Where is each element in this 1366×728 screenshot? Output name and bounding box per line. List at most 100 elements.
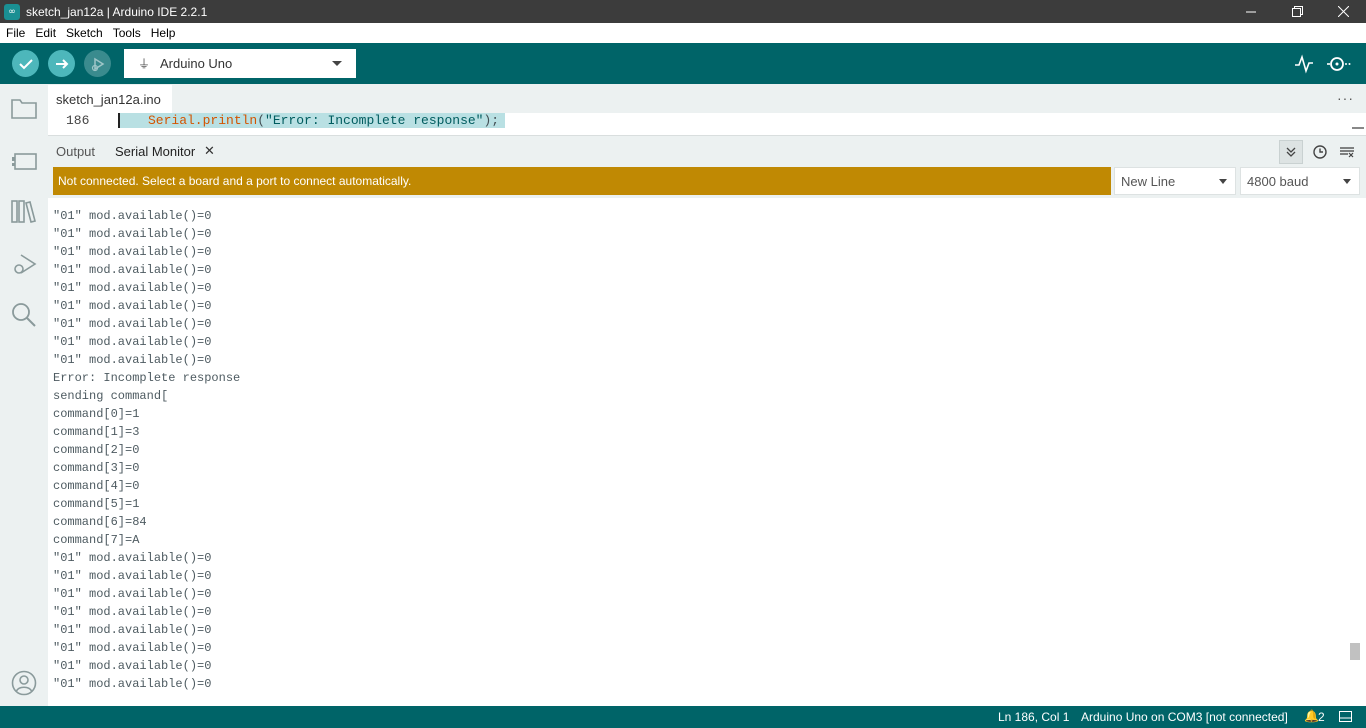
line-number: 186: [66, 113, 90, 128]
serial-line: command[7]=A: [53, 533, 140, 547]
activity-sidebar: [0, 84, 48, 706]
verify-button[interactable]: [12, 50, 39, 77]
tab-sketch-file[interactable]: sketch_jan12a.ino: [48, 84, 172, 113]
close-icon[interactable]: ✕: [204, 144, 215, 159]
account-icon: [11, 670, 37, 696]
library-icon: [11, 200, 36, 223]
code-paren-close: );: [483, 113, 500, 128]
boards-manager-icon: [12, 153, 37, 170]
serial-line: command[1]=3: [53, 425, 140, 439]
menu-edit[interactable]: Edit: [35, 26, 56, 40]
line-ending-value: New Line: [1121, 173, 1176, 189]
autoscroll-icon: [1286, 147, 1296, 157]
minimize-icon[interactable]: [1228, 0, 1274, 23]
code-string: "Error: Incomplete response": [265, 113, 484, 128]
code-function: Serial.println: [148, 113, 258, 128]
serial-plotter-button[interactable]: [1292, 52, 1316, 76]
debug-icon: [91, 57, 104, 71]
connection-notice: Not connected. Select a board and a port…: [53, 167, 1111, 195]
serial-monitor-header: Not connected. Select a board and a port…: [48, 166, 1366, 198]
account-button[interactable]: [10, 669, 38, 697]
serial-line: command[0]=1: [53, 407, 140, 421]
scrollbar-thumb[interactable]: [1350, 643, 1360, 660]
verify-icon: [18, 58, 33, 69]
serial-line: Error: Incomplete response: [53, 371, 241, 385]
toolbar: ⏚ Arduino Uno: [0, 43, 1366, 84]
serial-line: command[6]=84: [53, 515, 147, 529]
serial-plotter-icon: [1295, 54, 1313, 74]
serial-line: command[4]=0: [53, 479, 140, 493]
debug-button[interactable]: [84, 50, 111, 77]
serial-line: "01" mod.available()=0: [53, 335, 212, 349]
upload-button[interactable]: [48, 50, 75, 77]
serial-line: "01" mod.available()=0: [53, 677, 212, 691]
bell-icon[interactable]: 🔔: [1304, 709, 1319, 723]
editor-tabs: sketch_jan12a.ino ···: [48, 84, 1366, 113]
panel-toggle-icon[interactable]: [1339, 711, 1352, 725]
menu-file[interactable]: File: [6, 26, 25, 40]
serial-line: command[5]=1: [53, 497, 140, 511]
autoscroll-button[interactable]: [1279, 140, 1303, 164]
library-manager-button[interactable]: [10, 197, 38, 225]
window-title: sketch_jan12a | Arduino IDE 2.2.1: [26, 4, 208, 19]
clear-output-button[interactable]: [1335, 140, 1359, 164]
restore-icon[interactable]: [1274, 0, 1320, 23]
baud-rate-value: 4800 baud: [1247, 173, 1309, 189]
infinity-icon: ∞: [4, 3, 20, 20]
serial-line: "01" mod.available()=0: [53, 299, 212, 313]
code-paren-open: (: [257, 113, 266, 128]
upload-icon: [55, 58, 68, 69]
line-ending-select[interactable]: New Line: [1114, 167, 1236, 195]
tab-output[interactable]: Output: [56, 144, 95, 159]
serial-line: "01" mod.available()=0: [53, 605, 212, 619]
serial-line: "01" mod.available()=0: [53, 281, 212, 295]
serial-line: command[3]=0: [53, 461, 140, 475]
search-icon: [12, 303, 36, 327]
serial-line: "01" mod.available()=0: [53, 551, 212, 565]
boards-manager-button[interactable]: [10, 146, 38, 174]
notification-count[interactable]: 2: [1318, 710, 1325, 724]
menu-help[interactable]: Help: [151, 26, 176, 40]
serial-output[interactable]: "01" mod.available()=0 "01" mod.available…: [48, 198, 1366, 706]
baud-rate-select[interactable]: 4800 baud: [1240, 167, 1360, 195]
title-bar: ∞ sketch_jan12a | Arduino IDE 2.2.1: [0, 0, 1366, 23]
serial-line: sending command[: [53, 389, 169, 403]
menu-bar: File Edit Sketch Tools Help: [0, 23, 1366, 43]
menu-tools[interactable]: Tools: [113, 26, 141, 40]
debug-icon: [14, 254, 37, 274]
cursor-position[interactable]: Ln 186, Col 1: [998, 710, 1069, 724]
menu-sketch[interactable]: Sketch: [66, 26, 103, 40]
chevron-down-icon: [332, 61, 342, 66]
chevron-down-icon: [1219, 179, 1227, 184]
clear-output-icon: [1340, 147, 1354, 158]
close-icon[interactable]: [1320, 0, 1366, 23]
search-button[interactable]: [10, 301, 38, 329]
debugger-button[interactable]: [10, 250, 38, 278]
board-status[interactable]: Arduino Uno on COM3 [not connected]: [1081, 710, 1288, 724]
code-editor[interactable]: 186 Serial.println("Error: Incomplete re…: [48, 113, 1366, 135]
serial-line: "01" mod.available()=0: [53, 641, 212, 655]
serial-line: "01" mod.available()=0: [53, 317, 212, 331]
panel-tabs: Output Serial Monitor ✕: [48, 135, 1366, 166]
serial-line: "01" mod.available()=0: [53, 263, 212, 277]
clock-icon: [1313, 145, 1327, 159]
board-selector[interactable]: ⏚ Arduino Uno: [124, 49, 356, 78]
serial-line: "01" mod.available()=0: [53, 569, 212, 583]
chevron-down-icon: [1343, 179, 1351, 184]
serial-monitor-button[interactable]: [1327, 52, 1351, 76]
serial-line: "01" mod.available()=0: [53, 623, 212, 637]
serial-line: "01" mod.available()=0: [53, 209, 212, 223]
tab-serial-monitor[interactable]: Serial Monitor: [115, 144, 195, 159]
editor-scrollbar[interactable]: [1352, 127, 1364, 129]
more-icon[interactable]: ···: [1337, 90, 1354, 106]
serial-line: "01" mod.available()=0: [53, 659, 212, 673]
serial-line: "01" mod.available()=0: [53, 227, 212, 241]
serial-line: command[2]=0: [53, 443, 140, 457]
serial-line: "01" mod.available()=0: [53, 353, 212, 367]
status-bar: Ln 186, Col 1 Arduino Uno on COM3 [not c…: [0, 706, 1366, 728]
timestamp-button[interactable]: [1308, 140, 1332, 164]
serial-monitor-icon: [1327, 57, 1351, 71]
board-name: Arduino Uno: [160, 56, 233, 71]
sketchbook-button[interactable]: [10, 94, 38, 122]
code-line[interactable]: Serial.println("Error: Incomplete respon…: [118, 113, 506, 128]
